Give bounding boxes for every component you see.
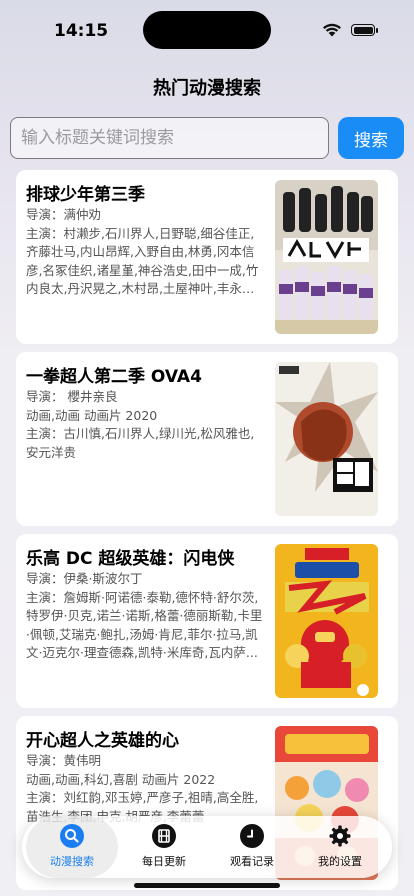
- anime-director: 导演：伊桑·斯波尔丁: [26, 571, 143, 586]
- wifi-icon: [323, 23, 341, 37]
- anime-cast: 主演：詹姆斯·阿诺德·泰勒,德怀特·舒尔茨,特罗伊·贝克,诺兰·诺斯,格蕾·德丽…: [26, 589, 263, 661]
- status-bar: 14:15: [0, 0, 414, 60]
- result-card[interactable]: 排球少年第三季 导演：满仲劝 主演：村濑步,石川界人,日野聪,细谷佳正,齐藤壮马…: [16, 170, 398, 344]
- anime-cast: 主演：古川慎,石川界人,绿川光,松风雅也,安元洋贵: [26, 426, 255, 460]
- tab-label: 我的设置: [318, 855, 362, 868]
- page-title: 热门动漫搜索: [153, 78, 261, 99]
- anime-genre-year: 动画,动画 动画片 2020: [26, 407, 158, 423]
- search-bar: 搜索: [10, 117, 404, 161]
- anime-director: 导演： 櫻井亲良: [26, 389, 118, 404]
- film-icon: [152, 824, 176, 848]
- result-card[interactable]: 乐高 DC 超级英雄：闪电侠 导演：伊桑·斯波尔丁 主演：詹姆斯·阿诺德·泰勒,…: [16, 534, 398, 708]
- anime-title: 开心超人之英雄的心: [26, 731, 179, 751]
- tab-daily-update[interactable]: 每日更新: [118, 816, 210, 878]
- battery-icon: [351, 24, 378, 36]
- search-button[interactable]: 搜索: [338, 117, 404, 159]
- anime-director: 导演：满仲劝: [26, 207, 102, 222]
- anime-director: 导演：黄伟明: [26, 753, 102, 768]
- tab-label: 观看记录: [230, 855, 274, 868]
- tab-bar: 动漫搜索 每日更新 观看记录 我的设置: [22, 816, 392, 878]
- poster-image: [275, 362, 378, 516]
- anime-info: 导演：伊桑·斯波尔丁 主演：詹姆斯·阿诺德·泰勒,德怀特·舒尔茨,特罗伊·贝克,…: [26, 570, 266, 663]
- home-indicator[interactable]: [134, 883, 280, 888]
- tab-watch-history[interactable]: 观看记录: [206, 816, 298, 878]
- dynamic-island: [143, 11, 271, 49]
- status-time: 14:15: [54, 21, 109, 41]
- search-input[interactable]: [10, 117, 329, 159]
- poster-image: [275, 544, 378, 698]
- anime-title: 排球少年第三季: [26, 185, 145, 205]
- tab-my-settings[interactable]: 我的设置: [294, 816, 386, 878]
- gear-icon: [328, 824, 352, 848]
- search-icon: [60, 824, 84, 848]
- anime-title: 乐高 DC 超级英雄：闪电侠: [26, 549, 235, 569]
- anime-info: 导演： 櫻井亲良 动画,动画 动画片 2020 主演：古川慎,石川界人,绿川光,…: [26, 388, 266, 462]
- tab-label: 动漫搜索: [50, 855, 94, 868]
- poster-image: [275, 180, 378, 334]
- clock-icon: [240, 824, 264, 848]
- anime-title: 一拳超人第二季 OVA4: [26, 367, 202, 387]
- result-card[interactable]: 一拳超人第二季 OVA4 导演： 櫻井亲良 动画,动画 动画片 2020 主演：…: [16, 352, 398, 526]
- anime-genre-year: 动画,动画,科幻,喜剧 动画片 2022: [26, 771, 216, 787]
- anime-info: 导演：黄伟明 动画,动画,科幻,喜剧 动画片 2022 主演：刘红韵,邓玉婷,严…: [26, 752, 266, 826]
- anime-info: 导演：满仲劝 主演：村濑步,石川界人,日野聪,细谷佳正,齐藤壮马,内山昂辉,入野…: [26, 206, 266, 299]
- tab-anime-search[interactable]: 动漫搜索: [26, 816, 118, 878]
- tab-label: 每日更新: [142, 855, 186, 868]
- anime-cast: 主演：村濑步,石川界人,日野聪,细谷佳正,齐藤壮马,内山昂辉,入野自由,林勇,冈…: [26, 225, 259, 297]
